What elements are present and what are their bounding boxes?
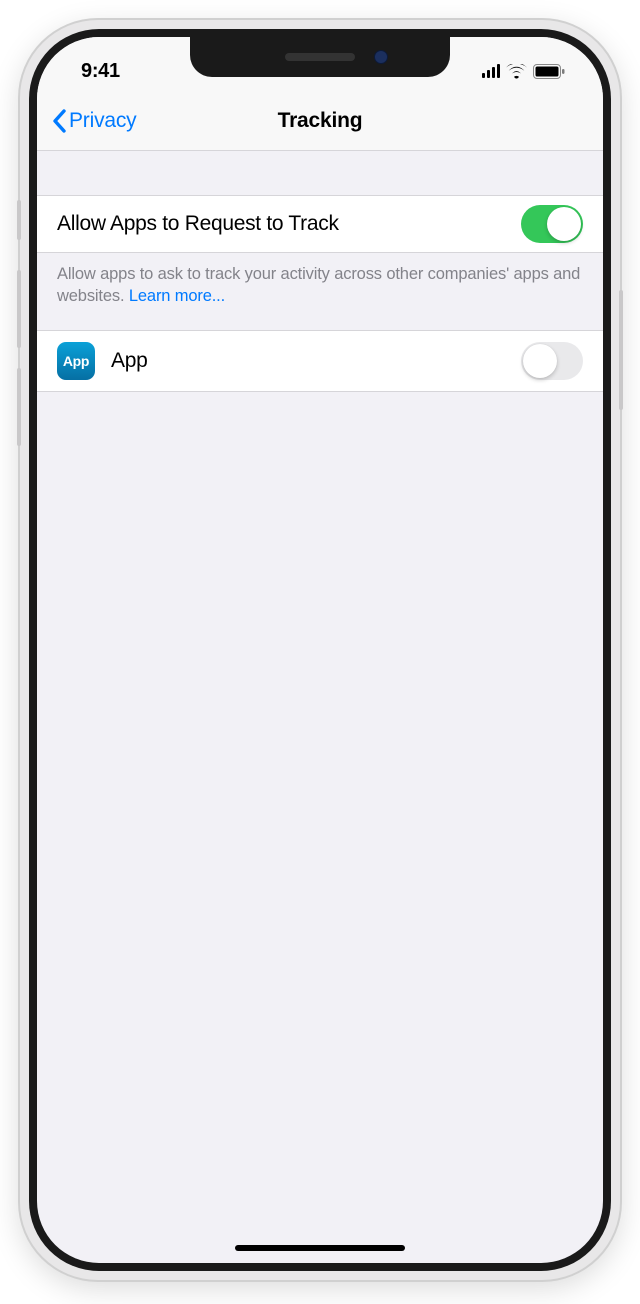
allow-tracking-toggle[interactable] [521,205,583,243]
app-icon: App [57,342,95,380]
silent-switch [17,200,21,240]
volume-down-button [17,368,21,446]
wifi-icon [506,64,527,79]
volume-up-button [17,270,21,348]
notch [190,37,450,77]
speaker-grille [285,53,355,61]
app-tracking-row: App App [37,330,603,392]
back-button[interactable]: Privacy [51,109,136,133]
battery-icon [533,64,565,79]
app-tracking-toggle[interactable] [521,342,583,380]
power-button [619,290,623,410]
phone-frame: 9:41 [20,20,620,1280]
app-name-label: App [111,349,521,373]
chevron-left-icon [51,109,67,133]
back-label: Privacy [69,109,136,133]
learn-more-link[interactable]: Learn more... [129,287,225,305]
nav-bar: Privacy Tracking [37,91,603,151]
screen: 9:41 [37,37,603,1263]
cellular-icon [482,64,501,78]
tracking-description: Allow apps to ask to track your activity… [37,253,603,330]
allow-tracking-row: Allow Apps to Request to Track [37,195,603,253]
status-time: 9:41 [67,60,120,83]
allow-tracking-label: Allow Apps to Request to Track [57,212,521,236]
front-camera [374,50,388,64]
status-icons [482,64,574,79]
home-indicator[interactable] [235,1245,405,1251]
